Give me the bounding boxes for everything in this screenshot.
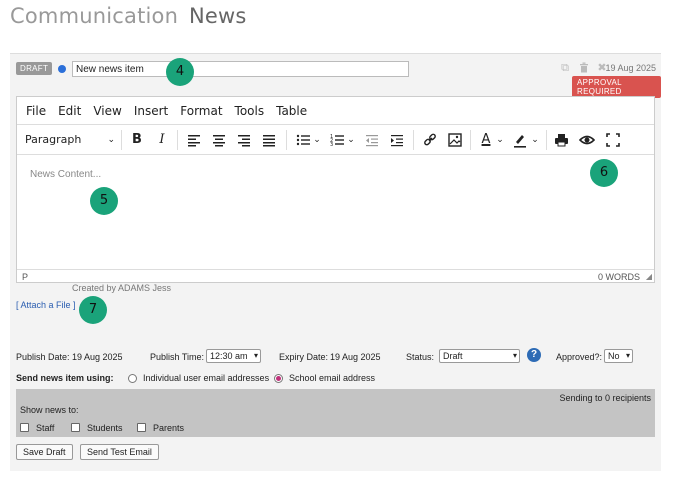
italic-icon[interactable]: I [155,132,169,148]
radio-individual-email[interactable] [128,374,137,383]
approved-label: Approved?: [556,352,603,362]
publish-time-select[interactable]: 12:30 am ▾ [206,349,261,363]
resize-handle-icon[interactable]: ◢ [646,272,652,281]
status-value: Draft [443,351,463,361]
toolbar-divider [286,130,287,150]
block-format-select[interactable]: Paragraph ⌄ [25,132,115,148]
toolbar-divider [413,130,414,150]
recipient-count: Sending to 0 recipients [559,393,651,403]
status-dot-icon [58,65,66,73]
toolbar-divider [546,130,547,150]
element-path[interactable]: P [22,272,28,282]
bullet-list-icon[interactable] [296,132,310,148]
print-icon[interactable] [554,132,569,148]
publish-time-label: Publish Time: [150,352,205,362]
callout-marker-5: 5 [90,187,118,215]
chevron-down-icon[interactable]: ⌄ [313,132,321,148]
news-title-input[interactable] [72,61,409,77]
chevron-down-icon[interactable]: ⌄ [531,132,539,148]
chevron-down-icon[interactable]: ⌄ [347,132,355,148]
editor-menubar: File Edit View Insert Format Tools Table [17,97,654,125]
trash-icon[interactable] [578,62,590,74]
radio-individual-label: Individual user email addresses [143,373,270,383]
indent-icon[interactable] [390,132,404,148]
align-right-icon[interactable] [237,132,251,148]
word-count: 0 WORDS [597,272,640,282]
checkbox-staff-label: Staff [36,423,55,433]
send-test-email-button[interactable]: Send Test Email [80,444,159,460]
menu-tools[interactable]: Tools [235,104,265,118]
align-justify-icon[interactable] [262,132,276,148]
checkbox-students-label: Students [87,423,123,433]
align-center-icon[interactable] [212,132,226,148]
block-format-value: Paragraph [25,133,82,146]
chevron-down-icon: ⌄ [107,135,115,145]
toolbar-divider [121,130,122,150]
menu-format[interactable]: Format [180,104,222,118]
save-draft-button[interactable]: Save Draft [16,444,73,460]
status-select[interactable]: Draft ▾ [439,349,520,363]
page-title-sub: News [189,4,247,28]
callout-marker-4: 4 [166,58,194,86]
numbered-list-icon[interactable]: 123 [330,132,344,148]
menu-table[interactable]: Table [276,104,307,118]
page-title-main: Communication [10,4,179,28]
approved-value: No [608,351,620,361]
approved-select[interactable]: No ▾ [604,349,633,363]
highlight-icon[interactable] [513,132,527,148]
copy-icon[interactable]: ⧉ [559,62,571,74]
attach-file-link[interactable]: [ Attach a File ] [16,300,76,310]
checkbox-students[interactable] [71,423,80,432]
svg-text:3: 3 [330,142,333,148]
chevron-down-icon: ▾ [253,351,258,360]
image-icon[interactable] [448,132,462,148]
publish-time-value: 12:30 am [210,351,248,361]
editor-toolbar: Paragraph ⌄ B I ⌄ 123 ⌄ A ⌄ ⌄ [17,125,654,155]
preview-icon[interactable] [579,132,595,148]
callout-marker-7: 7 [79,296,107,324]
checkbox-staff[interactable] [20,423,29,432]
chevron-down-icon: ▾ [625,351,630,360]
fullscreen-icon[interactable] [606,132,620,148]
menu-view[interactable]: View [93,104,121,118]
menu-edit[interactable]: Edit [58,104,81,118]
approval-required-badge: APPROVAL REQUIRED [572,76,661,98]
radio-school-email[interactable] [274,374,283,383]
align-left-icon[interactable] [187,132,201,148]
callout-marker-6: 6 [590,159,618,187]
menu-insert[interactable]: Insert [134,104,168,118]
status-label: Status: [406,352,435,362]
news-item-panel: DRAFT ⧉ ✖ 19 Aug 2025 APPROVAL REQUIRED … [10,53,661,471]
item-date: 19 Aug 2025 [605,63,656,73]
draft-badge: DRAFT [16,62,53,75]
created-by-text: Created by ADAMS Jess [72,283,172,293]
bold-icon[interactable]: B [130,132,144,148]
link-icon[interactable] [423,132,437,148]
send-using-label: Send news item using: [16,373,114,383]
show-news-label: Show news to: [20,405,79,415]
editor-statusbar: P 0 WORDS ◢ [17,269,654,283]
publish-date-label: Publish Date: [16,352,70,362]
outdent-icon[interactable] [365,132,379,148]
help-icon[interactable]: ? [527,348,541,362]
toolbar-divider [177,130,178,150]
toolbar-divider [470,130,471,150]
audience-bar: Sending to 0 recipients Show news to: St… [16,389,655,437]
chevron-down-icon[interactable]: ⌄ [496,132,504,148]
content-placeholder: News Content... [30,169,102,180]
item-header-row: DRAFT ⧉ ✖ 19 Aug 2025 [16,61,656,79]
radio-school-label: School email address [289,373,376,383]
checkbox-parents-label: Parents [153,423,185,433]
checkbox-parents[interactable] [137,423,146,432]
chevron-down-icon: ▾ [512,351,517,360]
menu-file[interactable]: File [26,104,46,118]
publish-date-value[interactable]: 19 Aug 2025 [72,352,123,362]
expiry-date-label: Expiry Date: [279,352,329,362]
text-color-icon[interactable]: A [479,132,493,148]
expiry-date-value[interactable]: 19 Aug 2025 [330,352,381,362]
page-title: Communication News [10,4,247,28]
